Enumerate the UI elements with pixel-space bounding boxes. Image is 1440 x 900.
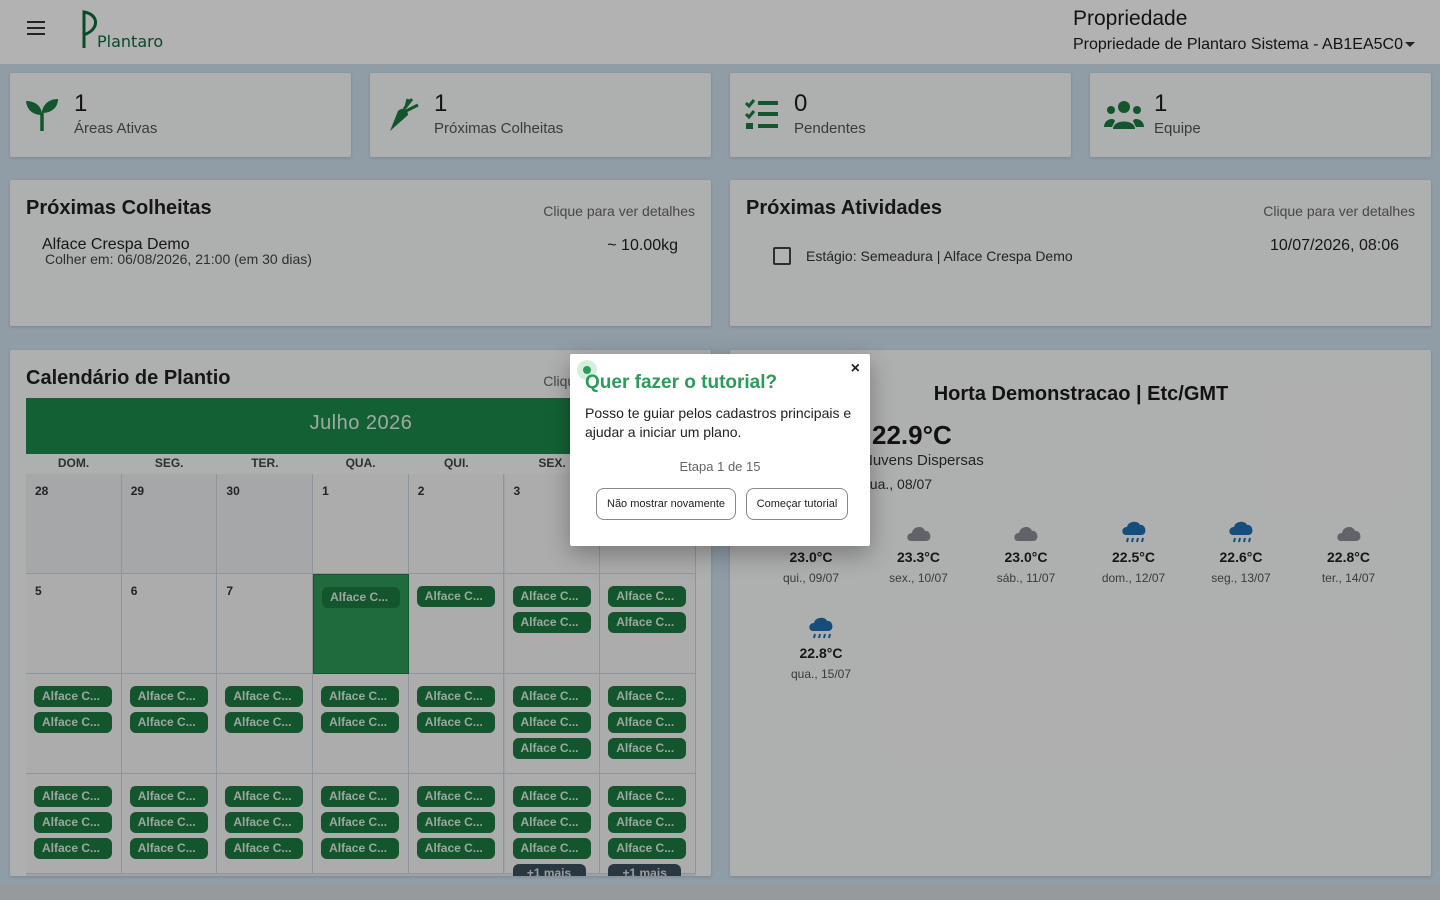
tutorial-dialog: × Quer fazer o tutorial? Posso te guiar … — [570, 354, 870, 546]
dialog-body: Posso te guiar pelos cadastros principai… — [585, 405, 852, 440]
start-tutorial-button[interactable]: Começar tutorial — [746, 488, 848, 520]
dialog-title: Quer fazer o tutorial? — [585, 372, 778, 393]
dont-show-again-button[interactable]: Não mostrar novamente — [596, 488, 736, 520]
dialog-step: Etapa 1 de 15 — [679, 459, 761, 474]
close-icon[interactable]: × — [851, 360, 860, 378]
